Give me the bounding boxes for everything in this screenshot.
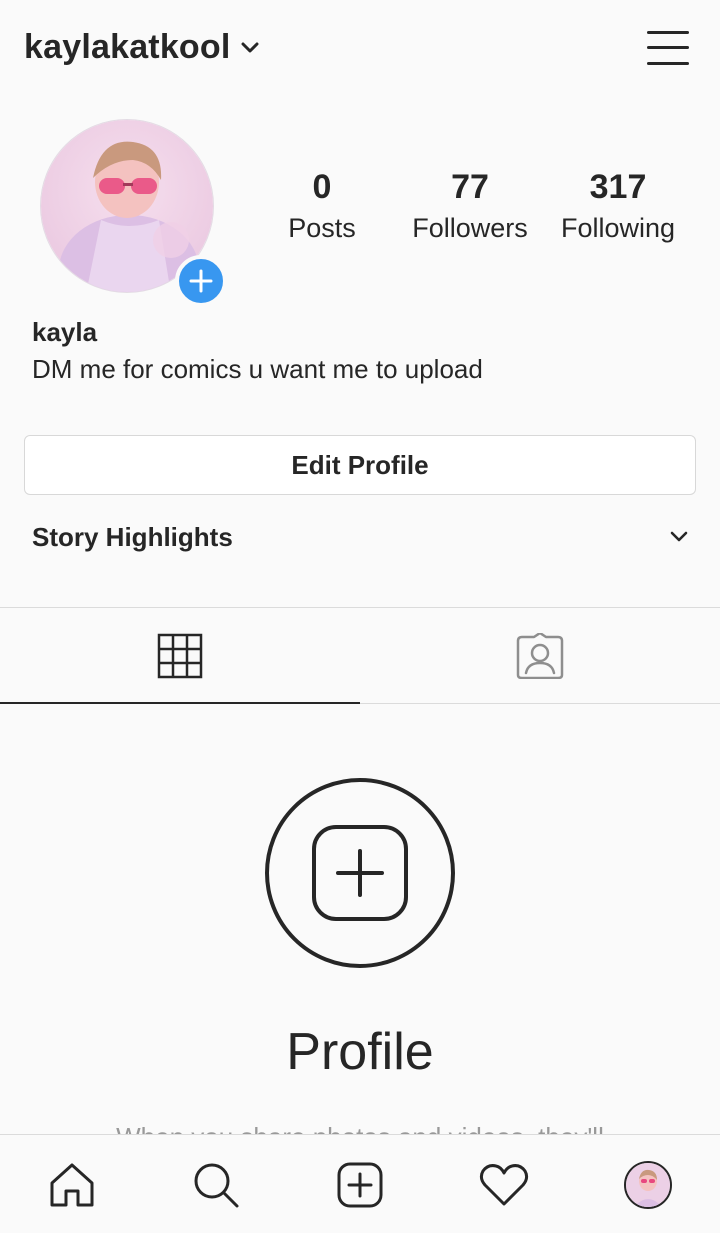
plus-icon [189, 269, 213, 293]
heart-icon[interactable] [478, 1159, 530, 1211]
bottom-navigation [0, 1134, 720, 1233]
new-post-icon[interactable] [334, 1159, 386, 1211]
posts-count: 0 [312, 168, 332, 206]
grid-icon [157, 633, 203, 679]
profile-bio: DM me for comics u want me to upload [32, 354, 483, 384]
chevron-down-icon[interactable] [241, 42, 259, 54]
edit-profile-button[interactable]: Edit Profile [24, 435, 696, 495]
divider [360, 703, 720, 704]
active-tab-indicator [0, 702, 360, 704]
profile-avatar-icon[interactable] [622, 1159, 674, 1211]
home-icon[interactable] [46, 1159, 98, 1211]
tab-grid[interactable] [0, 608, 360, 704]
posts-stat[interactable]: 0 Posts [272, 168, 372, 244]
profile-avatar-container [40, 119, 227, 307]
following-label: Following [560, 213, 676, 243]
tagged-photos-icon [516, 633, 564, 679]
story-highlights-title: Story Highlights [32, 522, 233, 552]
add-story-button[interactable] [175, 255, 227, 307]
posts-label: Posts [288, 213, 356, 243]
username[interactable]: kaylakatkool [24, 28, 231, 67]
account-switcher[interactable]: kaylakatkool [24, 28, 259, 67]
search-icon[interactable] [190, 1159, 242, 1211]
tab-tagged[interactable] [360, 608, 720, 704]
top-bar: kaylakatkool [0, 0, 720, 96]
hamburger-menu-icon[interactable] [644, 28, 692, 68]
chevron-down-icon[interactable] [670, 530, 688, 548]
profile-name: kayla [32, 317, 98, 347]
add-post-icon[interactable] [264, 777, 456, 969]
followers-count: 77 [451, 168, 489, 206]
followers-label: Followers [412, 213, 528, 243]
following-count: 317 [589, 168, 647, 206]
empty-state-title: Profile [286, 1023, 434, 1081]
following-stat[interactable]: 317 Following [550, 168, 686, 244]
followers-stat[interactable]: 77 Followers [402, 168, 538, 244]
story-highlights-header[interactable]: Story Highlights [32, 522, 688, 558]
